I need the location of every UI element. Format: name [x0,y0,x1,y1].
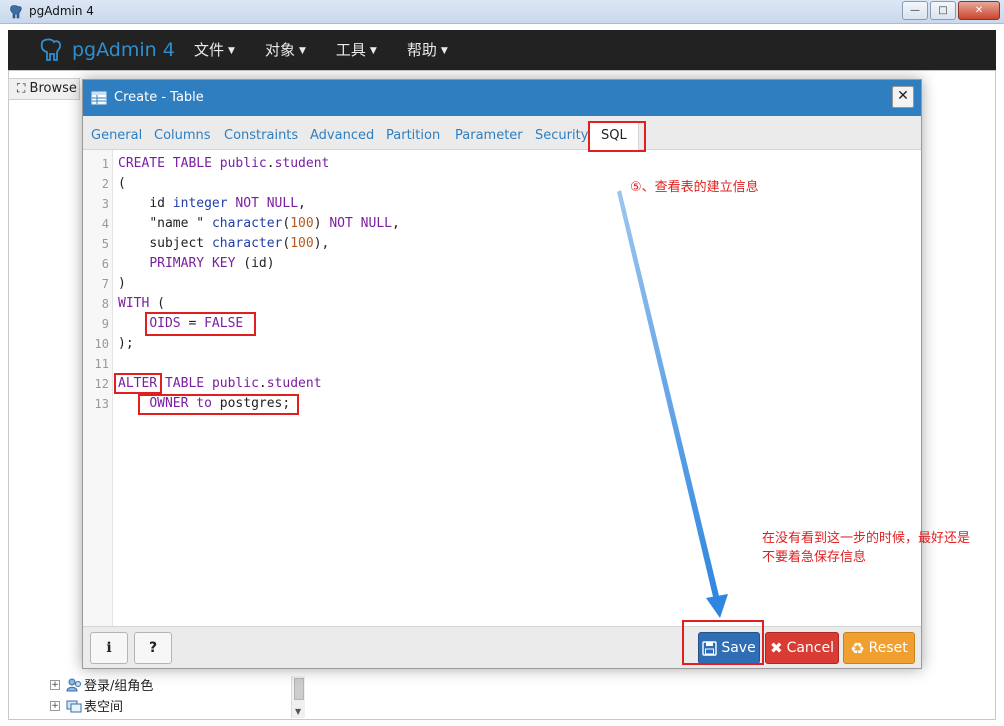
tab-columns[interactable]: Columns [154,128,211,143]
tree-item-tablespaces[interactable]: + 表空间 [50,695,290,716]
line-number: 2 [101,177,109,191]
line-number: 13 [94,397,109,411]
table-icon [91,91,107,105]
x-icon: ✖ [769,639,783,657]
save-button-highlight [682,620,764,665]
line-number: 5 [101,237,109,251]
line-number: 8 [101,297,109,311]
window-close-button[interactable]: ✕ [958,1,1000,20]
tab-parameter[interactable]: Parameter [455,128,523,143]
recycle-icon: ♻ [850,638,865,658]
create-table-dialog: Create - Table ✕ General Columns Constra… [82,79,922,669]
reset-button[interactable]: ♻ Reset [843,632,915,664]
caret-down-icon: ▼ [369,45,377,56]
alter-highlight [114,373,162,394]
line-number: 7 [101,277,109,291]
cancel-button[interactable]: ✖ Cancel [765,632,839,664]
info-icon: i [106,640,112,656]
elephant-logo-icon [40,38,62,61]
menu-file[interactable]: 文件 ▼ [194,30,235,70]
role-icon [66,678,81,691]
code-text: id integer NOT NULL, [149,196,306,211]
menu-tools[interactable]: 工具 ▼ [336,30,377,70]
tree-item-label: 登录/组角色 [84,679,154,694]
tree-item-label: 表空间 [84,700,124,715]
minimize-button[interactable]: — [902,1,928,20]
caret-down-icon: ▼ [440,45,448,56]
tab-constraints[interactable]: Constraints [224,128,298,143]
tree-item-roles[interactable]: + 登录/组角色 [50,674,290,695]
brand-name: pgAdmin 4 [72,39,175,61]
step-note: ⑤、查看表的建立信息 [630,180,759,195]
menu-help-label: 帮助 [406,41,437,59]
browser-tab[interactable]: ⛶ Browse [8,78,80,100]
code-text: ( [118,176,126,191]
line-number: 10 [94,337,109,351]
browser-tab-label: Browse [29,81,77,96]
dialog-tabs: General Columns Constraints Advanced Par… [83,116,921,151]
oids-highlight [145,312,256,336]
code-text: ) [118,276,126,291]
maximize-button[interactable]: □ [930,1,956,20]
caret-down-icon: ▼ [228,45,235,56]
line-number: 9 [101,317,109,331]
dialog-close-button[interactable]: ✕ [892,86,914,108]
tab-general[interactable]: General [91,128,142,143]
code-text: CREATE TABLE public.student [118,156,330,171]
line-number: 6 [101,257,109,271]
line-number: 11 [94,357,109,371]
scroll-down-icon[interactable]: ▼ [295,707,301,716]
scrollbar-thumb[interactable] [294,678,304,700]
reset-label: Reset [868,640,908,656]
expand-icon[interactable]: + [50,700,60,711]
line-number: 3 [101,197,109,211]
dialog-footer: i ? Save ✖ Cancel ♻ Reset [83,626,921,668]
expand-icon[interactable]: + [50,679,60,690]
tab-security[interactable]: Security [535,128,588,143]
code-text: WITH ( [118,296,165,311]
menu-help[interactable]: 帮助 ▼ [407,30,448,70]
sql-tab-highlight [588,121,646,152]
tab-partition[interactable]: Partition [386,128,440,143]
menu-object[interactable]: 对象 ▼ [265,30,306,70]
tree-scrollbar[interactable]: ▼ [291,676,305,718]
caret-down-icon: ▼ [298,45,306,56]
menu-tools-label: 工具 [335,41,366,59]
help-icon: ? [148,640,158,656]
help-button[interactable]: ? [134,632,172,664]
line-number: 4 [101,217,109,231]
code-text: subject character(100), [149,236,330,251]
menu-file-label: 文件 [194,41,225,59]
warning-note-line1: 在没有看到这一步的时候，最好还是 [762,531,971,546]
dialog-title: Create - Table [114,90,204,105]
tab-advanced[interactable]: Advanced [310,128,374,143]
info-button[interactable]: i [90,632,128,664]
code-text: ); [118,336,134,351]
pgadmin-elephant-icon [10,5,22,19]
window-title: pgAdmin 4 [29,4,94,18]
main-navbar: pgAdmin 4 文件 ▼ 对象 ▼ 工具 ▼ 帮助 ▼ [8,30,996,70]
code-text: PRIMARY KEY (id) [149,256,275,271]
cancel-label: Cancel [786,640,834,656]
code-text: "name " character(100) NOT NULL, [149,216,400,231]
binoculars-icon: ⛶ [17,81,26,95]
warning-note-line2: 不要着急保存信息 [762,550,867,565]
menu-object-label: 对象 [264,41,295,59]
dialog-header: Create - Table ✕ [83,80,921,116]
tablespace-icon [66,700,82,712]
window-titlebar: pgAdmin 4 — □ ✕ [0,0,1004,24]
brand-logo[interactable]: pgAdmin 4 [38,38,175,62]
object-tree: + 登录/组角色 + 表空间 [50,674,290,716]
line-number: 1 [101,157,109,171]
line-number: 12 [94,377,109,391]
owner-highlight [138,394,299,415]
